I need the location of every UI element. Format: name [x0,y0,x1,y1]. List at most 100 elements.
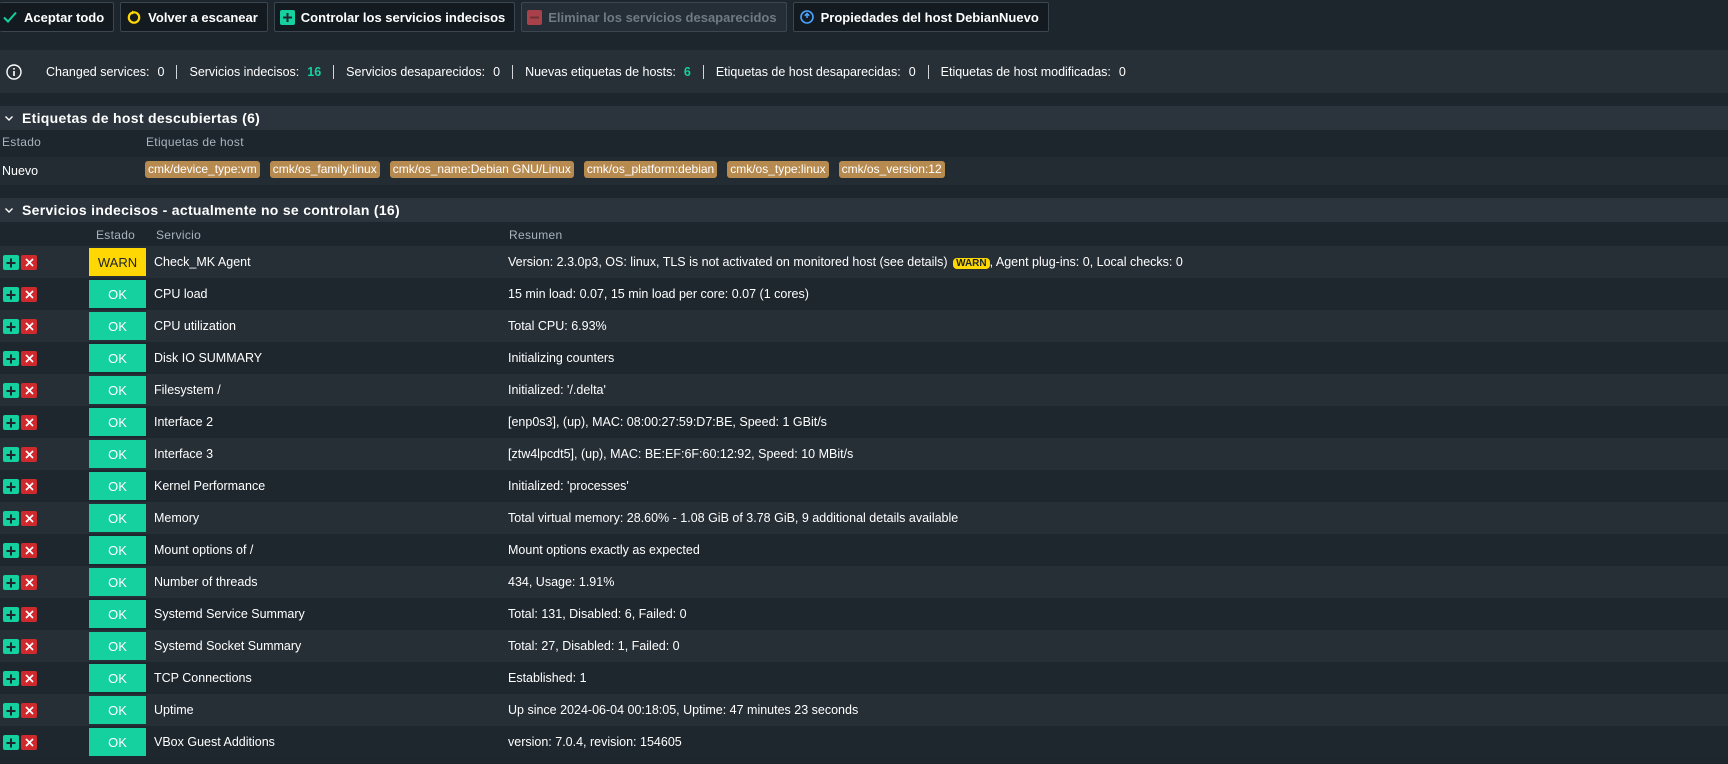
separator [333,64,335,79]
summary-changed-host-labels: Etiquetas de host modificadas: 0 [940,64,1126,79]
service-name[interactable]: Disk IO SUMMARY [154,351,262,365]
service-name[interactable]: TCP Connections [154,671,252,685]
service-name[interactable]: Systemd Socket Summary [154,639,301,653]
host-labels-column-header: Estado Etiquetas de host [0,131,1728,153]
monitor-service-plus-icon[interactable] [3,735,19,750]
service-summary: Initialized: '/.delta' [508,383,606,397]
service-name[interactable]: CPU utilization [154,319,236,333]
service-actions [3,607,37,622]
disable-service-close-icon[interactable] [21,287,37,302]
host-label-tag[interactable]: cmk/os_platform:debian [583,161,718,178]
service-name[interactable]: Kernel Performance [154,479,265,493]
service-state-badge: OK [89,696,146,724]
service-state-badge: OK [89,408,146,436]
disable-service-close-icon[interactable] [21,543,37,558]
monitor-service-plus-icon[interactable] [3,671,19,686]
disable-service-close-icon[interactable] [21,639,37,654]
disable-service-close-icon[interactable] [21,383,37,398]
host-labels-section-header[interactable]: Etiquetas de host descubiertas (6) [0,106,1728,130]
monitor-service-plus-icon[interactable] [3,447,19,462]
disable-service-close-icon[interactable] [21,671,37,686]
service-row: OK Interface 2 [enp0s3], (up), MAC: 08:00:… [0,406,1728,438]
host-label-tag[interactable]: cmk/os_type:linux [727,161,829,178]
service-name[interactable]: Interface 3 [154,447,213,461]
service-name[interactable]: Filesystem / [154,383,221,397]
monitor-service-plus-icon[interactable] [3,639,19,654]
remove-vanished-button[interactable]: Eliminar los servicios desaparecidos [521,2,787,32]
service-name[interactable]: Uptime [154,703,194,717]
monitor-service-plus-icon[interactable] [3,511,19,526]
disable-service-close-icon[interactable] [21,255,37,270]
service-row: OK Filesystem / Initialized: '/.delta' [0,374,1728,406]
separator [512,64,514,79]
monitor-service-plus-icon[interactable] [3,415,19,430]
summary-vanished-host-labels: Etiquetas de host desaparecidas: 0 [715,64,916,79]
host-properties-button[interactable]: Propiedades del host DebianNuevo [792,2,1049,32]
service-summary: Total CPU: 6.93% [508,319,607,333]
monitor-service-plus-icon[interactable] [3,543,19,558]
service-summary: Mount options exactly as expected [508,543,700,557]
service-name[interactable]: Memory [154,511,199,525]
inline-warn-badge: WARN [953,258,990,269]
services-column-header: Estado Servicio Resumen [0,224,1728,246]
monitor-service-plus-icon[interactable] [3,351,19,366]
monitor-service-plus-icon[interactable] [3,287,19,302]
service-actions [3,415,37,430]
monitor-service-plus-icon[interactable] [3,607,19,622]
accept-all-button[interactable]: Aceptar todo [0,2,115,32]
service-row: WARN Check_MK Agent Version: 2.3.0p3, OS: … [0,246,1728,278]
service-name[interactable]: VBox Guest Additions [154,735,275,749]
disable-service-close-icon[interactable] [21,735,37,750]
service-state-badge: OK [89,376,146,404]
monitor-service-plus-icon[interactable] [3,319,19,334]
host-label-tag[interactable]: cmk/os_name:Debian GNU/Linux [389,161,574,178]
service-name[interactable]: Check_MK Agent [154,255,251,269]
service-state-badge: OK [89,600,146,628]
plus-icon [279,9,295,25]
disable-service-close-icon[interactable] [21,415,37,430]
disable-service-close-icon[interactable] [21,703,37,718]
monitor-service-plus-icon[interactable] [3,575,19,590]
remove-vanished-label: Eliminar los servicios desaparecidos [548,9,777,25]
monitor-undecided-button[interactable]: Controlar los servicios indecisos [273,2,516,32]
monitor-service-plus-icon[interactable] [3,479,19,494]
service-actions [3,255,37,270]
service-row: OK Memory Total virtual memory: 28.60% - 1… [0,502,1728,534]
service-row: OK Uptime Up since 2024-06-04 00:18:05, Up… [0,694,1728,726]
host-label-list: cmk/device_type:vm cmk/os_family:linux c… [145,161,945,178]
host-label-tag[interactable]: cmk/device_type:vm [145,161,260,178]
rescan-button[interactable]: Volver a escanear [120,2,268,32]
undecided-services-section-header[interactable]: Servicios indecisos - actualmente no se … [0,198,1728,222]
disable-service-close-icon[interactable] [21,319,37,334]
service-name[interactable]: CPU load [154,287,208,301]
separator [176,64,178,79]
service-row: OK Systemd Service Summary Total: 131, Dis… [0,598,1728,630]
disable-service-close-icon[interactable] [21,479,37,494]
host-label-tag[interactable]: cmk/os_version:12 [838,161,945,178]
service-name[interactable]: Mount options of / [154,543,253,557]
col-host-labels: Etiquetas de host [146,135,244,149]
service-name[interactable]: Number of threads [154,575,258,589]
monitor-service-plus-icon[interactable] [3,383,19,398]
service-state-badge: OK [89,536,146,564]
service-summary: Total: 27, Disabled: 1, Failed: 0 [508,639,680,653]
service-name[interactable]: Systemd Service Summary [154,607,305,621]
host-label-tag[interactable]: cmk/os_family:linux [269,161,380,178]
info-icon [6,63,22,80]
host-labels-state: Nuevo [2,164,39,178]
monitor-service-plus-icon[interactable] [3,703,19,718]
service-state-badge: OK [89,280,146,308]
disable-service-close-icon[interactable] [21,511,37,526]
disable-service-close-icon[interactable] [21,351,37,366]
service-state-badge: OK [89,472,146,500]
monitor-service-plus-icon[interactable] [3,255,19,270]
service-summary: Total: 131, Disabled: 6, Failed: 0 [508,607,687,621]
disable-service-close-icon[interactable] [21,607,37,622]
disable-service-close-icon[interactable] [21,575,37,590]
service-summary: Version: 2.3.0p3, OS: linux, TLS is not … [508,255,1183,269]
disable-service-close-icon[interactable] [21,447,37,462]
service-name[interactable]: Interface 2 [154,415,213,429]
undecided-services-section-title: Servicios indecisos - actualmente no se … [22,202,400,218]
service-row: OK VBox Guest Additions version: 7.0.4, re… [0,726,1728,758]
checkmark-icon [2,9,18,25]
